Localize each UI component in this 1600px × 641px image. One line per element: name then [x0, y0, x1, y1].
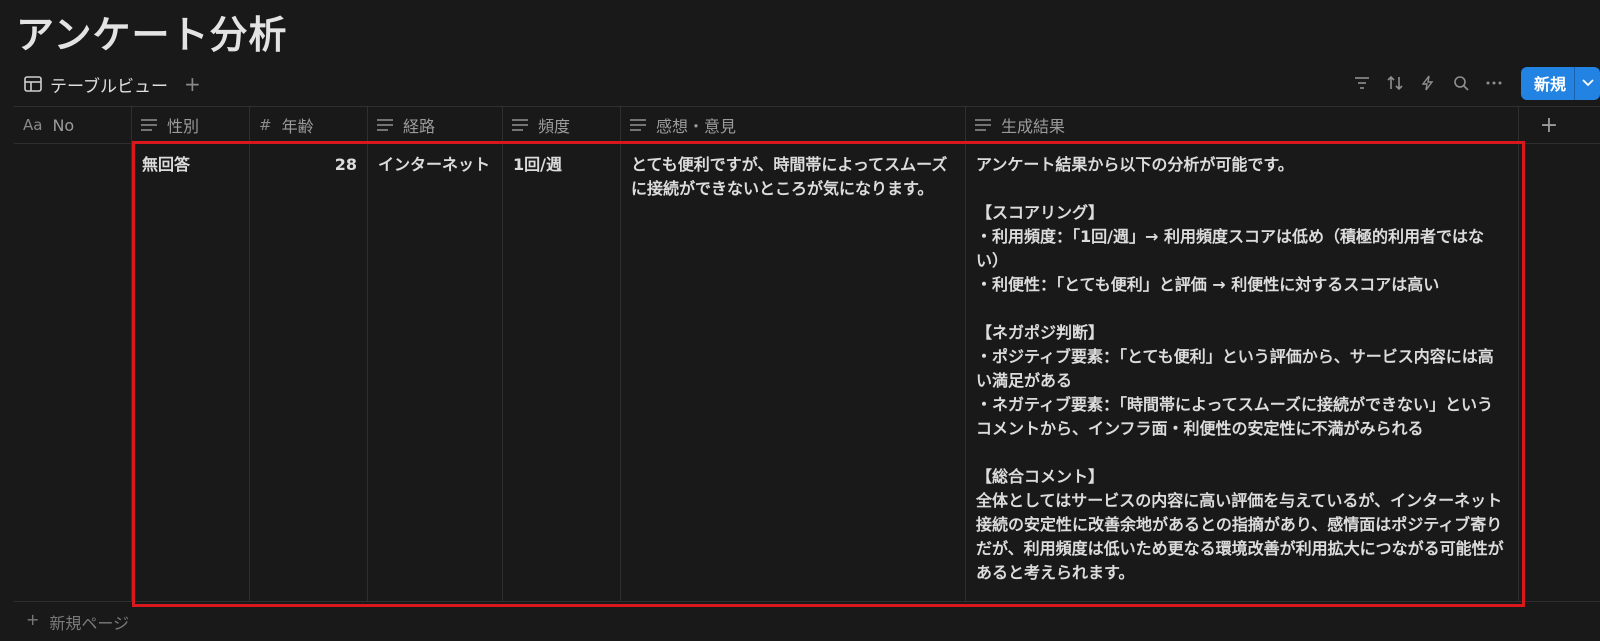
text-property-icon: [975, 119, 991, 131]
column-header-route[interactable]: 経路: [368, 107, 503, 143]
column-label: No: [52, 115, 75, 135]
add-view-button[interactable]: +: [184, 74, 201, 94]
column-header-no[interactable]: Aa No: [14, 107, 132, 143]
column-label: 年齢: [281, 117, 314, 136]
more-icon[interactable]: [1478, 68, 1511, 98]
cell-empty: [1519, 144, 1579, 601]
column-label: 感想・意見: [656, 117, 737, 136]
table-row: 無回答 28 インターネット 1回/週 とても便利ですが、時間帯によってスムーズ…: [14, 144, 1600, 602]
column-header-gender[interactable]: 性別: [132, 107, 250, 143]
database-table: Aa No 性別 # 年齢 経路 頻度 感想・意見 生成結果 + 無回答 28 …: [14, 106, 1600, 602]
cell-feedback[interactable]: とても便利ですが、時間帯によってスムーズに接続ができないところが気になります。: [621, 144, 966, 601]
text-property-icon: [141, 119, 157, 131]
column-header-frequency[interactable]: 頻度: [503, 107, 621, 143]
sort-icon[interactable]: [1379, 68, 1412, 98]
new-page-label: 新規ページ: [49, 614, 130, 633]
new-button-label: 新規: [1533, 75, 1566, 94]
column-label: 経路: [403, 117, 436, 136]
title-property-icon: Aa: [23, 116, 43, 134]
new-page-button[interactable]: + 新規ページ: [26, 610, 129, 634]
cell-result[interactable]: アンケート結果から以下の分析が可能です。 【スコアリング】 ・利用頻度：「1回/…: [966, 144, 1519, 601]
page-title: アンケート分析: [16, 13, 288, 57]
column-header-feedback[interactable]: 感想・意見: [621, 107, 966, 143]
column-label: 生成結果: [1001, 117, 1066, 136]
add-property-button[interactable]: +: [1519, 107, 1579, 143]
text-property-icon: [377, 119, 393, 131]
cell-age[interactable]: 28: [250, 144, 368, 601]
search-icon[interactable]: [1445, 68, 1478, 98]
column-header-age[interactable]: # 年齢: [250, 107, 368, 143]
table-header: Aa No 性別 # 年齢 経路 頻度 感想・意見 生成結果 +: [14, 106, 1600, 144]
toolbar: 新規: [1346, 66, 1600, 100]
cell-gender[interactable]: 無回答: [132, 144, 250, 601]
cell-route[interactable]: インターネット: [368, 144, 503, 601]
plus-icon: +: [26, 610, 40, 629]
chevron-down-icon[interactable]: [1574, 66, 1600, 100]
cell-no[interactable]: [14, 144, 132, 601]
cell-frequency[interactable]: 1回/週: [503, 144, 621, 601]
column-header-result[interactable]: 生成結果: [966, 107, 1519, 143]
text-property-icon: [512, 119, 528, 131]
tab-table-view[interactable]: テーブルビュー: [14, 68, 178, 101]
automation-icon[interactable]: [1412, 68, 1445, 98]
text-property-icon: [630, 119, 646, 131]
new-button[interactable]: 新規: [1520, 66, 1600, 100]
column-label: 性別: [167, 117, 200, 136]
number-property-icon: #: [259, 116, 272, 134]
filter-icon[interactable]: [1346, 68, 1379, 98]
tab-label: テーブルビュー: [50, 76, 168, 97]
column-label: 頻度: [538, 117, 571, 136]
table-icon: [24, 76, 42, 92]
